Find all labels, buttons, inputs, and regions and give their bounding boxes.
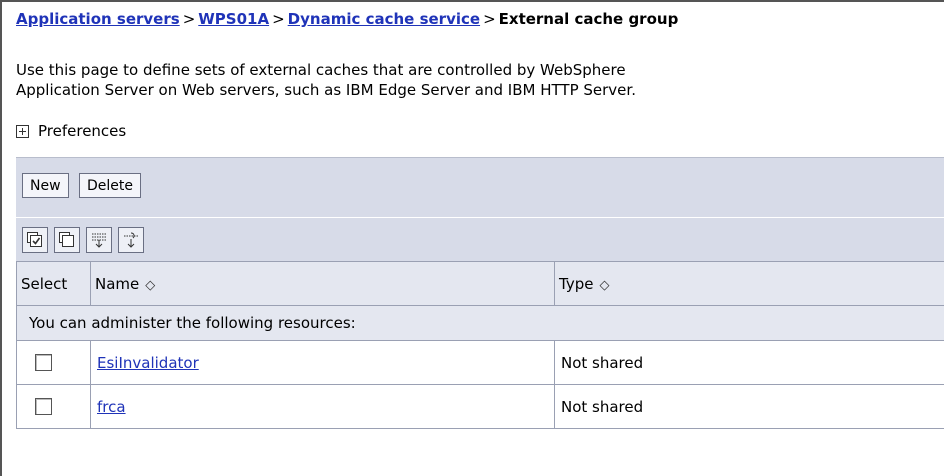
type-header-label: Type <box>559 274 594 293</box>
expand-plus-icon[interactable] <box>16 124 29 138</box>
table-header-row: Select Name ◇ Type ◇ <box>16 261 944 306</box>
clear-filter-icon[interactable] <box>118 227 144 253</box>
preferences-toggle[interactable]: Preferences <box>16 122 126 140</box>
collection-panel: New Delete Select Name ◇ Type ◇ You can … <box>16 157 944 429</box>
table-row: EsiInvalidator Not shared <box>16 340 944 385</box>
resource-link[interactable]: frca <box>97 398 126 416</box>
description-line-1: Use this page to define sets of external… <box>16 61 626 79</box>
name-header-label: Name <box>95 274 140 293</box>
breadcrumb-separator: > <box>182 10 196 28</box>
info-row: You can administer the following resourc… <box>16 305 944 341</box>
select-all-icon[interactable] <box>22 227 48 253</box>
preferences-label: Preferences <box>38 122 127 140</box>
breadcrumb-wps01a[interactable]: WPS01A <box>198 10 269 28</box>
new-button[interactable]: New <box>22 173 69 198</box>
table-row: frca Not shared <box>16 384 944 429</box>
delete-button[interactable]: Delete <box>79 173 141 198</box>
breadcrumb-separator: > <box>483 10 496 28</box>
column-header-select: Select <box>16 261 91 306</box>
row-name-cell: EsiInvalidator <box>90 340 555 385</box>
breadcrumb-application-servers[interactable]: Application servers <box>16 10 180 28</box>
info-text: You can administer the following resourc… <box>16 305 944 341</box>
breadcrumb-current: External cache group <box>498 10 679 28</box>
column-header-type[interactable]: Type ◇ <box>554 261 944 306</box>
button-toolbar: New Delete <box>16 157 944 217</box>
sort-icon[interactable]: ◇ <box>139 278 155 293</box>
breadcrumb-separator: > <box>272 10 285 28</box>
row-type-cell: Not shared <box>554 340 944 385</box>
breadcrumb-dynamic-cache-service[interactable]: Dynamic cache service <box>288 10 480 28</box>
icon-toolbar <box>16 217 944 261</box>
resource-link[interactable]: EsiInvalidator <box>97 354 199 372</box>
row-name-cell: frca <box>90 384 555 429</box>
page-description: Use this page to define sets of external… <box>16 60 941 100</box>
select-header-label: Select <box>21 274 68 293</box>
row-select-cell <box>16 384 91 429</box>
show-filter-icon[interactable] <box>86 227 112 253</box>
row-checkbox[interactable] <box>35 354 52 371</box>
row-type-cell: Not shared <box>554 384 944 429</box>
description-line-2: Application Server on Web servers, such … <box>16 81 636 99</box>
resource-table: Select Name ◇ Type ◇ You can administer th… <box>16 261 944 429</box>
deselect-all-icon[interactable] <box>54 227 80 253</box>
row-checkbox[interactable] <box>35 398 52 415</box>
row-select-cell <box>16 340 91 385</box>
column-header-name[interactable]: Name ◇ <box>90 261 555 306</box>
breadcrumb: Application servers > WPS01A > Dynamic cache… <box>16 10 678 28</box>
sort-icon[interactable]: ◇ <box>593 278 609 293</box>
